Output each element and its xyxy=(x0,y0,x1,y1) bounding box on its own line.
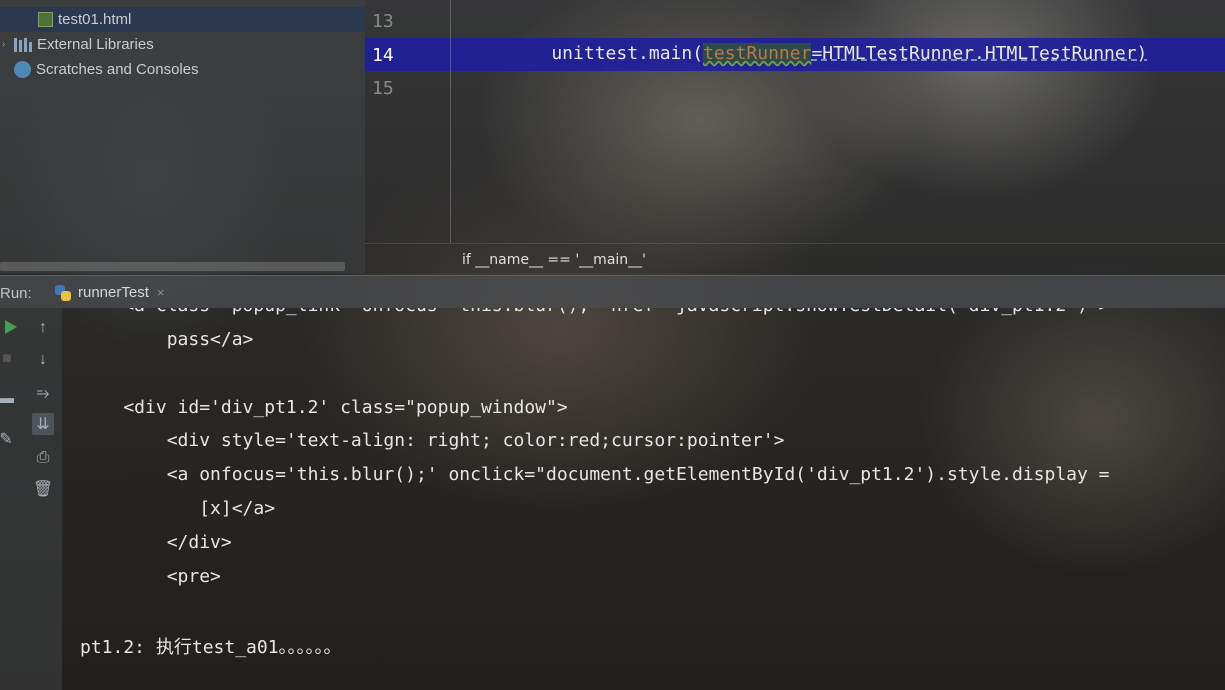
breadcrumb[interactable]: if __name__ == '__main__' xyxy=(462,252,646,268)
run-tab-bar: Run: runnerTest × xyxy=(0,275,1225,308)
code-editor[interactable]: 13 14 15 unittest.main(testRunner=HTMLTe… xyxy=(365,0,1225,273)
console-line: pt1.2: 执行test_a01。。。。。。 xyxy=(80,637,342,658)
code-line-14[interactable]: unittest.main(testRunner=HTMLTestRunner.… xyxy=(508,43,1147,64)
stop-icon[interactable]: ■ xyxy=(0,348,18,370)
console-line: <pre> xyxy=(80,566,221,587)
console-line: [x]</a> xyxy=(80,498,276,519)
console-line: <a onfocus='this.blur();' onclick="docum… xyxy=(80,464,1121,485)
line-number: 13 xyxy=(372,11,394,32)
tree-item-label: Scratches and Consoles xyxy=(36,60,199,78)
console-line: <a class='popup_link' onfocus='this.blur… xyxy=(80,308,1109,316)
horizontal-scrollbar[interactable] xyxy=(0,262,345,271)
line-number-gutter[interactable]: 13 14 15 xyxy=(365,0,451,243)
run-icon[interactable] xyxy=(0,316,22,338)
print-icon[interactable]: ⎙ xyxy=(32,447,54,469)
trash-icon[interactable]: 🗑 xyxy=(32,478,54,500)
console-line: <div style='text-align: right; color:red… xyxy=(80,430,785,451)
tree-item-test01-html[interactable]: test01.html xyxy=(38,7,131,31)
library-icon xyxy=(14,36,32,52)
scroll-down-icon[interactable]: ↓ xyxy=(32,349,54,371)
project-panel: test01.html › External Libraries Scratch… xyxy=(0,0,365,273)
keyword-argument: testRunner xyxy=(703,43,812,64)
run-toolbar: ■ ↑ ↓ ⥱ ▬ ⇊ ✎ ⎙ 🗑 xyxy=(0,308,62,690)
layout-icon[interactable]: ▬ xyxy=(0,388,17,410)
line-number: 15 xyxy=(372,78,394,99)
console-line: </div> xyxy=(80,532,232,553)
tree-item-external-libraries[interactable]: › External Libraries xyxy=(2,32,154,56)
tree-item-label: External Libraries xyxy=(37,35,154,53)
tab-label: runnerTest xyxy=(78,284,149,301)
tree-item-scratches[interactable]: Scratches and Consoles xyxy=(14,57,199,81)
close-icon[interactable]: × xyxy=(157,285,165,300)
console-line: pass</a> xyxy=(80,329,254,350)
html-file-icon xyxy=(38,11,53,27)
code-text: unittest.main( xyxy=(508,43,704,64)
console-output[interactable]: <a class='popup_link' onfocus='this.blur… xyxy=(62,308,1225,690)
run-label: Run: xyxy=(0,285,32,302)
pin-icon[interactable]: ✎ xyxy=(0,428,17,450)
code-text: =HTMLTestRunner.HTMLTestRunner) xyxy=(811,43,1148,64)
soft-wrap-icon[interactable]: ⥱ xyxy=(32,383,54,405)
console-line: <div id='div_pt1.2' class="popup_window"… xyxy=(80,397,568,418)
expand-arrow-icon[interactable]: › xyxy=(2,39,12,50)
tree-item-label: test01.html xyxy=(58,10,132,28)
scroll-up-icon[interactable]: ↑ xyxy=(32,317,54,339)
scratches-icon xyxy=(14,60,31,78)
breadcrumb-bar: if __name__ == '__main__' xyxy=(365,243,1225,273)
scroll-to-end-icon[interactable]: ⇊ xyxy=(32,413,54,435)
python-icon xyxy=(54,284,72,302)
line-number: 14 xyxy=(372,45,394,66)
tab-runnertest[interactable]: runnerTest × xyxy=(52,276,182,309)
